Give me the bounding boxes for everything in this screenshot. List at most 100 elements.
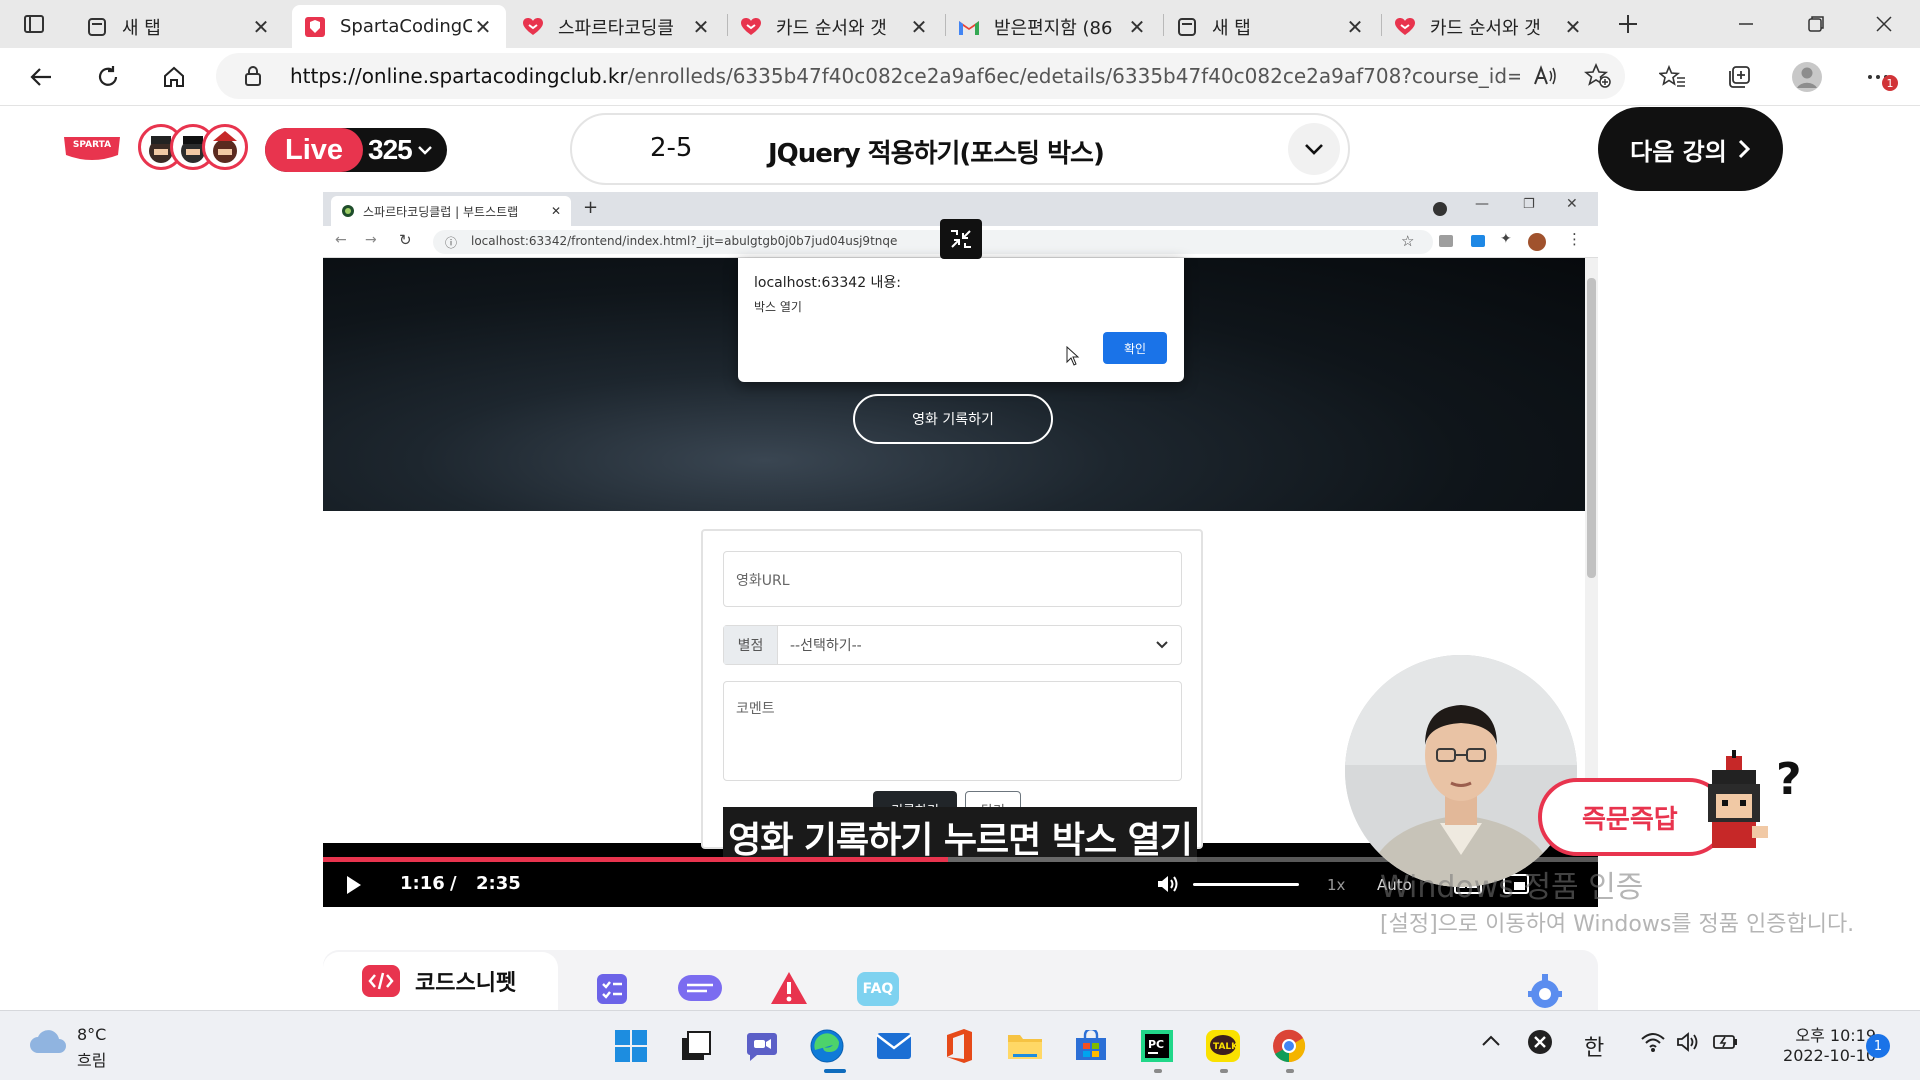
chat-app-button[interactable]	[741, 1025, 783, 1067]
store-button[interactable]	[1070, 1025, 1112, 1067]
next-lesson-button[interactable]: 다음 강의	[1598, 107, 1783, 191]
live-count: 325	[368, 128, 434, 172]
lesson-number: 2-5	[650, 133, 693, 163]
tab-close-icon[interactable]: ✕	[472, 15, 494, 39]
url-path: /enrolleds/6335b47f40c082ce2a9af6ec/edet…	[627, 64, 1520, 88]
sparta-logo[interactable]: SPARTA	[60, 131, 124, 167]
tab-close-icon[interactable]: ✕	[908, 15, 930, 39]
add-favorite-icon[interactable]	[1584, 63, 1612, 89]
browser-tab-5[interactable]: 받은편지함 (86 ✕	[946, 5, 1160, 48]
minimize-button[interactable]	[1728, 6, 1764, 42]
screencast-record-icon	[1433, 202, 1447, 216]
volume-icon	[1158, 876, 1178, 892]
new-tab-button[interactable]	[1610, 6, 1646, 42]
lock-icon[interactable]	[244, 65, 262, 87]
settings-more-button[interactable]: 1	[1860, 59, 1898, 95]
browser-tab-3[interactable]: 스파르타코딩클 ✕	[510, 5, 724, 48]
lesson-dropdown-toggle[interactable]	[1288, 123, 1340, 175]
restore-button[interactable]	[1798, 6, 1834, 42]
lesson-selector[interactable]: 2-5 JQuery 적용하기(포스팅 박스)	[570, 113, 1350, 185]
tray-app-button[interactable]	[1527, 1029, 1553, 1055]
screencast-star-icon: ☆	[1401, 232, 1415, 250]
browser-tab-1[interactable]: 새 탭 ✕	[74, 5, 284, 48]
tab-label: 새 탭	[122, 17, 161, 39]
browser-tab-4[interactable]: 카드 순서와 갯 ✕	[728, 5, 942, 48]
tab-close-icon[interactable]: ✕	[690, 15, 712, 39]
refresh-button[interactable]	[90, 59, 126, 95]
comment-placeholder: 코멘트	[736, 701, 775, 717]
chevron-up-icon	[1482, 1035, 1500, 1046]
tab-checklist[interactable]	[595, 972, 629, 1006]
warning-icon	[771, 972, 807, 1004]
faq-icon[interactable]: FAQ	[857, 972, 899, 1006]
close-window-button[interactable]	[1866, 6, 1902, 42]
back-button[interactable]	[24, 59, 60, 95]
sparta-heart-icon	[740, 16, 762, 38]
start-button[interactable]	[610, 1025, 652, 1067]
play-button[interactable]	[345, 875, 363, 895]
home-button[interactable]	[156, 59, 192, 95]
notification-badge: 1	[1882, 75, 1898, 91]
chevron-right-icon	[1738, 139, 1750, 159]
tab-divider	[1163, 14, 1164, 36]
file-explorer-button[interactable]	[1004, 1025, 1046, 1067]
playback-speed[interactable]: 1x	[1327, 876, 1345, 894]
network-status[interactable]	[1640, 1031, 1666, 1053]
read-aloud-icon[interactable]	[1532, 63, 1558, 89]
new-tab-page-icon	[1176, 16, 1198, 38]
edge-active-bar	[824, 1069, 846, 1073]
browser-tab-6[interactable]: 새 탭 ✕	[1164, 5, 1378, 48]
tab-chat[interactable]	[677, 974, 723, 1006]
svg-text:TALK: TALK	[1213, 1042, 1239, 1052]
refresh-icon	[98, 66, 118, 86]
svg-text:?: ?	[1776, 754, 1802, 805]
url-host: https://online.spartacodingclub.kr	[290, 64, 628, 88]
pycharm-button[interactable]: PC	[1136, 1025, 1178, 1067]
notification-count-badge[interactable]: 1	[1866, 1034, 1890, 1058]
chrome-button[interactable]	[1268, 1025, 1310, 1067]
volume-button[interactable]	[1156, 873, 1180, 895]
edge-button[interactable]	[806, 1025, 848, 1067]
live-viewers-pill[interactable]: Live 325	[265, 128, 447, 172]
edge-icon	[810, 1029, 844, 1063]
browser-tab-2-active[interactable]: SpartaCodingC ✕	[292, 5, 506, 48]
clock-time[interactable]: 오후 10:19	[1768, 1022, 1876, 1046]
tab-close-icon[interactable]: ✕	[250, 15, 272, 39]
show-hidden-icons-button[interactable]	[1480, 1033, 1502, 1049]
battery-status[interactable]	[1712, 1031, 1740, 1053]
kakaotalk-button[interactable]: TALK	[1202, 1025, 1244, 1067]
live-count-value: 325	[368, 134, 413, 165]
tab-warning[interactable]	[769, 970, 809, 1006]
profile-avatar-icon	[1792, 62, 1822, 92]
weather-widget[interactable]	[28, 1027, 68, 1057]
tray-close-icon	[1528, 1030, 1552, 1054]
settings-button[interactable]	[1525, 974, 1565, 1010]
collections-button[interactable]	[1721, 59, 1757, 95]
mail-button[interactable]	[873, 1025, 915, 1067]
volume-status[interactable]	[1676, 1031, 1702, 1053]
browser-tab-7[interactable]: 카드 순서와 갯 ✕	[1382, 5, 1596, 48]
task-view-button[interactable]	[675, 1025, 717, 1067]
weather-temp: 8°C	[77, 1025, 107, 1044]
screencast-extension-icon	[1471, 235, 1485, 247]
tab-close-icon[interactable]: ✕	[1344, 15, 1366, 39]
profile-button[interactable]	[1789, 59, 1825, 95]
tab-close-icon[interactable]: ✕	[1126, 15, 1148, 39]
chevron-down-icon	[1305, 144, 1323, 155]
windows-start-icon	[615, 1030, 647, 1062]
tab-close-icon[interactable]: ✕	[1562, 15, 1584, 39]
tab-actions-icon	[24, 15, 44, 33]
clock-date[interactable]: 2022-10-10	[1760, 1046, 1876, 1065]
address-bar[interactable]: https://online.spartacodingclub.kr/enrol…	[216, 53, 1625, 99]
exit-fullscreen-button[interactable]	[940, 219, 982, 259]
windows-activation-watermark: Windows 정품 인증 [설정]으로 이동하여 Windows를 정품 인증…	[1380, 862, 1900, 940]
instructor-portrait	[1345, 655, 1577, 887]
tab-actions-button[interactable]	[16, 6, 52, 42]
url-text[interactable]: https://online.spartacodingclub.kr/enrol…	[290, 64, 1520, 88]
tab-code-snippet[interactable]: 코드스니펫	[323, 952, 558, 1010]
volume-slider[interactable]	[1193, 883, 1299, 886]
office-button[interactable]	[938, 1025, 980, 1067]
favorites-button[interactable]	[1655, 59, 1691, 95]
mouse-cursor-icon	[1066, 346, 1080, 366]
ime-indicator[interactable]: 한	[1584, 1030, 1604, 1062]
